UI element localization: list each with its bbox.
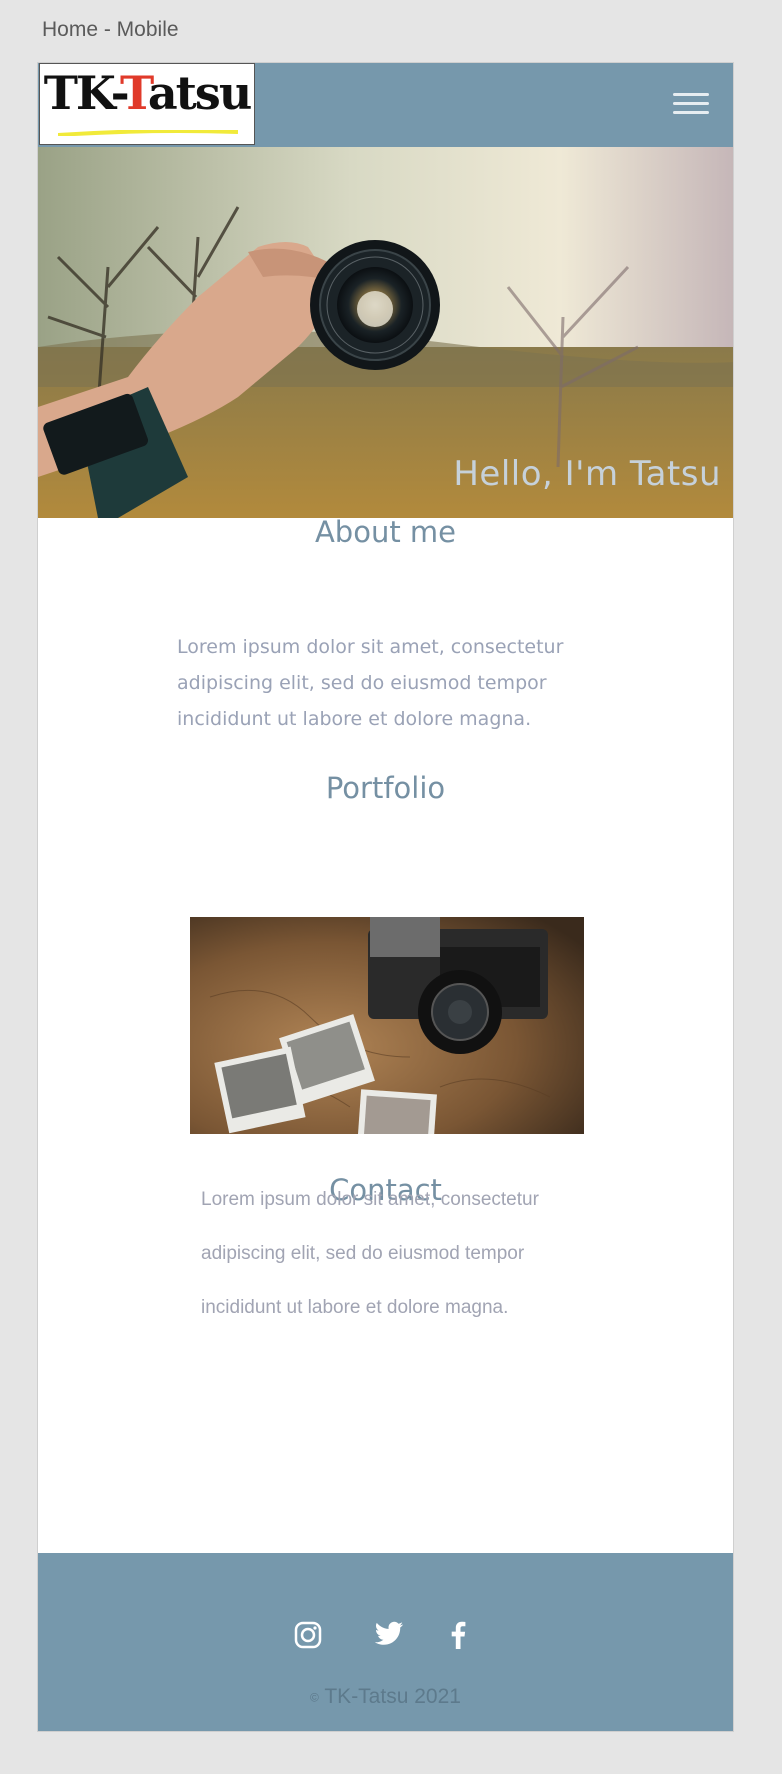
contact-text-line: Lorem ipsum dolor sit amet, consectetur bbox=[201, 1189, 539, 1210]
about-text-line: Lorem ipsum dolor sit amet, consectetur bbox=[177, 636, 564, 658]
artboard-label: Home - Mobile bbox=[42, 18, 179, 41]
hero-title: Hello, I'm Tatsu bbox=[453, 454, 721, 494]
logo[interactable]: TK-Tatsu bbox=[39, 63, 255, 145]
about-text: Lorem ipsum dolor sit amet, consectetur … bbox=[177, 629, 617, 737]
portfolio-title: Portfolio bbox=[325, 771, 446, 805]
contact-text: Lorem ipsum dolor sit amet, consectetur … bbox=[201, 1173, 621, 1335]
logo-text: TK-Tatsu bbox=[40, 66, 254, 120]
about-title: About me bbox=[314, 515, 457, 549]
portfolio-photo bbox=[190, 917, 584, 1134]
instagram-icon[interactable] bbox=[294, 1621, 326, 1653]
about-text-line: incididunt ut labore et dolore magna. bbox=[177, 708, 532, 730]
mobile-page: TK-Tatsu Hello, I'm Tatsu About me Lorem… bbox=[37, 62, 734, 1732]
about-text-line: adipiscing elit, sed do eiusmod tempor bbox=[177, 672, 547, 694]
twitter-icon[interactable] bbox=[374, 1621, 406, 1653]
logo-underline bbox=[58, 130, 238, 136]
logo-text-part3: atsu bbox=[147, 66, 252, 120]
copyright-symbol: © bbox=[310, 1690, 319, 1705]
contact-text-line: adipiscing elit, sed do eiusmod tempor bbox=[201, 1243, 525, 1264]
site-footer: © TK-Tatsu 2021 bbox=[38, 1553, 733, 1731]
copyright: © TK-Tatsu 2021 bbox=[38, 1685, 733, 1709]
copyright-text: TK-Tatsu 2021 bbox=[324, 1685, 461, 1708]
logo-text-part2: T bbox=[120, 66, 150, 120]
hamburger-menu-icon[interactable] bbox=[673, 91, 709, 117]
portfolio-image[interactable] bbox=[190, 917, 584, 1134]
logo-text-part1: TK- bbox=[43, 66, 122, 120]
facebook-icon[interactable] bbox=[450, 1621, 482, 1653]
hero-banner: Hello, I'm Tatsu bbox=[38, 147, 733, 518]
contact-text-line: incididunt ut labore et dolore magna. bbox=[201, 1297, 509, 1318]
site-header: TK-Tatsu bbox=[38, 63, 733, 147]
